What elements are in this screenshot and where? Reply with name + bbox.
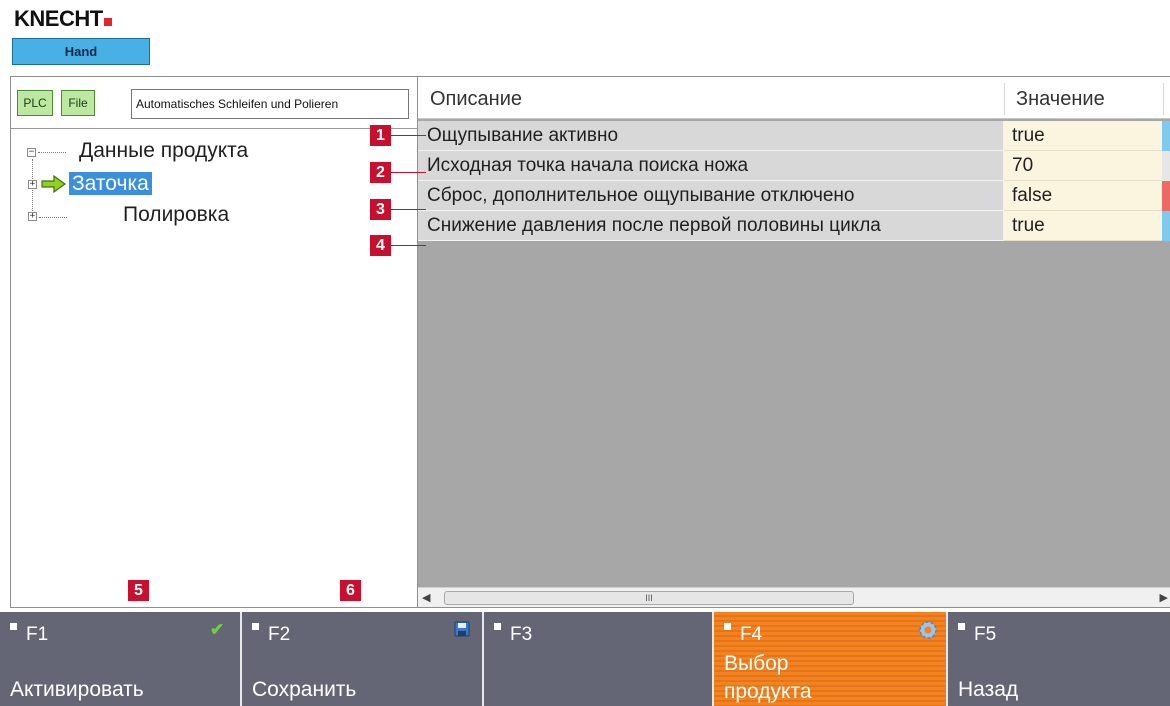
f4-select-product-button[interactable]: F4 Выбор продукта [714, 612, 948, 706]
mode-badge[interactable]: Hand [12, 38, 150, 65]
table-row[interactable]: Сброс, дополнительное ощупывание отключе… [418, 181, 1170, 211]
plc-button[interactable]: PLC [17, 90, 53, 116]
callout-4: 4 [370, 235, 391, 256]
f1-activate-button[interactable]: F1 ✔ Активировать [0, 612, 242, 706]
callout-5: 5 [128, 580, 149, 601]
tree-connector [39, 217, 67, 218]
key-code: F3 [510, 624, 533, 645]
file-button[interactable]: File [61, 90, 95, 116]
f5-back-button[interactable]: F5 Назад [948, 612, 1170, 706]
key-marker [494, 623, 501, 630]
callout-2: 2 [370, 162, 391, 183]
product-tree-panel: PLC File Automatisches Schleifen und Pol… [10, 76, 418, 608]
column-header-value[interactable]: Значение [1016, 77, 1105, 119]
tree-expand-icon[interactable]: + [28, 180, 37, 189]
key-marker [10, 623, 17, 630]
key-label: Назад [958, 678, 1019, 701]
tree-connector [38, 152, 66, 153]
callout-1: 1 [370, 125, 391, 146]
tree-collapse-icon[interactable]: − [27, 148, 36, 157]
gear-icon [918, 620, 938, 640]
key-code: F5 [974, 624, 997, 645]
callout-leader [391, 245, 426, 246]
table-row[interactable]: Снижение давления после первой половины … [418, 211, 1170, 241]
arrow-right-icon [41, 174, 67, 194]
scrollbar-thumb[interactable]: III [444, 591, 854, 605]
key-code: F4 [740, 624, 763, 645]
tree-node-polishing[interactable]: Полировка [123, 203, 229, 227]
row-value[interactable]: true [1004, 121, 1162, 151]
tree-node-product-data[interactable]: Данные продукта [79, 139, 248, 163]
key-label-line1: Выбор [724, 652, 789, 675]
key-marker [724, 623, 731, 630]
column-divider [1004, 83, 1005, 115]
scroll-left-arrow-icon[interactable]: ◀ [422, 591, 430, 604]
table-row[interactable]: Исходная точка начала поиска ножа 70 [418, 151, 1170, 181]
row-description: Снижение давления после первой половины … [418, 211, 1004, 241]
row-description: Сброс, дополнительное ощупывание отключе… [418, 181, 1004, 211]
row-value[interactable]: false [1004, 181, 1162, 211]
key-label-line2: продукта [724, 680, 812, 703]
row-value[interactable]: true [1004, 211, 1162, 241]
key-label: Активировать [10, 678, 144, 701]
row-indicator [1162, 121, 1170, 151]
f3-button[interactable]: F3 [484, 612, 714, 706]
floppy-disk-icon [454, 621, 470, 637]
top-bar: KNECHT Hand [0, 0, 1170, 74]
program-name-field[interactable]: Automatisches Schleifen und Polieren [131, 89, 409, 119]
row-value[interactable]: 70 [1004, 151, 1162, 181]
f2-save-button[interactable]: F2 Сохранить [242, 612, 484, 706]
callout-3: 3 [370, 199, 391, 220]
key-code: F1 [26, 624, 49, 645]
tree-node-sharpening[interactable]: Заточка [69, 171, 152, 197]
column-divider [1163, 83, 1164, 115]
row-indicator [1162, 151, 1170, 181]
function-key-bar: F1 ✔ Активировать F2 Сохранить F3 F4 Выб… [0, 612, 1170, 706]
key-code: F2 [268, 624, 291, 645]
table-row[interactable]: Ощупывание активно true [418, 121, 1170, 151]
logo-red-square [103, 18, 112, 26]
callout-leader [391, 135, 426, 136]
left-toolbar: PLC File Automatisches Schleifen und Pol… [11, 77, 417, 129]
row-description: Ощупывание активно [418, 121, 1004, 151]
knecht-logo: KNECHT [14, 6, 112, 32]
checkmark-icon: ✔ [210, 620, 225, 639]
grid-header: Описание Значение [418, 77, 1170, 119]
parameter-grid: Описание Значение Ощупывание активно tru… [418, 76, 1170, 608]
key-marker [252, 623, 259, 630]
key-marker [958, 623, 965, 630]
callout-leader [391, 209, 426, 210]
row-description: Исходная точка начала поиска ножа [418, 151, 1004, 181]
callout-leader [391, 172, 426, 173]
row-indicator [1162, 211, 1170, 241]
scroll-right-arrow-icon[interactable]: ▶ [1160, 591, 1168, 604]
callout-6: 6 [340, 580, 361, 601]
key-label: Сохранить [252, 678, 357, 701]
tree-expand-icon[interactable]: + [28, 212, 37, 221]
column-header-description[interactable]: Описание [430, 77, 522, 119]
row-indicator [1162, 181, 1170, 211]
horizontal-scrollbar[interactable]: ◀ III ▶ [418, 587, 1170, 607]
